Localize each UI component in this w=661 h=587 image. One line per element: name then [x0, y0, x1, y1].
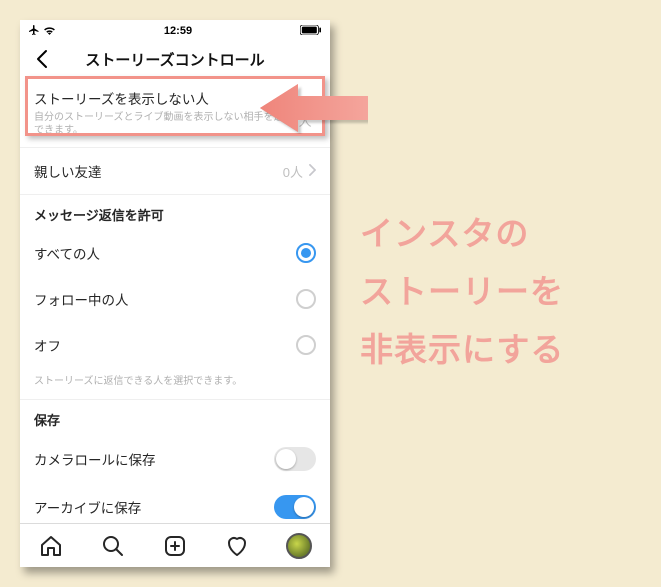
airplane-icon — [28, 24, 40, 39]
page-title: ストーリーズコントロール — [54, 49, 296, 70]
row-save-camera-roll[interactable]: カメラロールに保存 — [20, 435, 330, 483]
row-value: 0人 — [283, 162, 303, 181]
nav-profile[interactable] — [286, 533, 312, 559]
radio-icon — [296, 335, 316, 355]
row-close-friends[interactable]: 親しい友達 0人 — [20, 148, 330, 194]
row-label: オフ — [34, 335, 61, 355]
row-label: フォロー中の人 — [34, 289, 129, 309]
row-sublabel: 自分のストーリーズとライブ動画を表示しない相手を選択できます。 — [34, 111, 299, 137]
back-button[interactable] — [30, 49, 54, 69]
row-label: カメラロールに保存 — [34, 449, 156, 469]
section-reply-title: メッセージ返信を許可 — [20, 195, 330, 230]
phone-frame: 12:59 ストーリーズコントロール ストーリーズを表示しない人 自分のストーリ… — [20, 20, 330, 567]
row-reply-following[interactable]: フォロー中の人 — [20, 276, 330, 322]
toggle-on-icon[interactable] — [274, 495, 316, 519]
row-value: 0人 — [299, 96, 316, 130]
section-save-title: 保存 — [20, 400, 330, 435]
annotation-caption: インスタの ストーリーを 非表示にする — [360, 205, 564, 378]
nav-home[interactable] — [38, 533, 64, 559]
bottom-nav — [20, 523, 330, 567]
caption-line: 非表示にする — [360, 321, 564, 379]
row-label: 親しい友達 — [34, 161, 102, 181]
row-label: すべての人 — [34, 243, 100, 263]
avatar — [286, 533, 312, 559]
row-hide-story-from[interactable]: ストーリーズを表示しない人 自分のストーリーズとライブ動画を表示しない相手を選択… — [20, 78, 330, 147]
row-reply-off[interactable]: オフ — [20, 322, 330, 368]
nav-search[interactable] — [100, 533, 126, 559]
caption-line: ストーリーを — [360, 263, 564, 321]
chevron-right-icon — [309, 164, 316, 179]
settings-list: ストーリーズを表示しない人 自分のストーリーズとライブ動画を表示しない相手を選択… — [20, 78, 330, 531]
nav-new-post[interactable] — [162, 533, 188, 559]
radio-icon — [296, 289, 316, 309]
battery-icon — [300, 25, 322, 38]
toggle-off-icon[interactable] — [274, 447, 316, 471]
caption-line: インスタの — [360, 205, 564, 263]
nav-activity[interactable] — [224, 533, 250, 559]
status-bar: 12:59 — [20, 20, 330, 40]
row-label: アーカイブに保存 — [34, 497, 141, 517]
section-reply-note: ストーリーズに返信できる人を選択できます。 — [20, 368, 330, 399]
header: ストーリーズコントロール — [20, 40, 330, 78]
row-label: ストーリーズを表示しない人 — [34, 88, 299, 108]
wifi-icon — [43, 25, 56, 38]
radio-selected-icon — [296, 243, 316, 263]
status-time: 12:59 — [164, 25, 192, 37]
row-reply-everyone[interactable]: すべての人 — [20, 230, 330, 276]
